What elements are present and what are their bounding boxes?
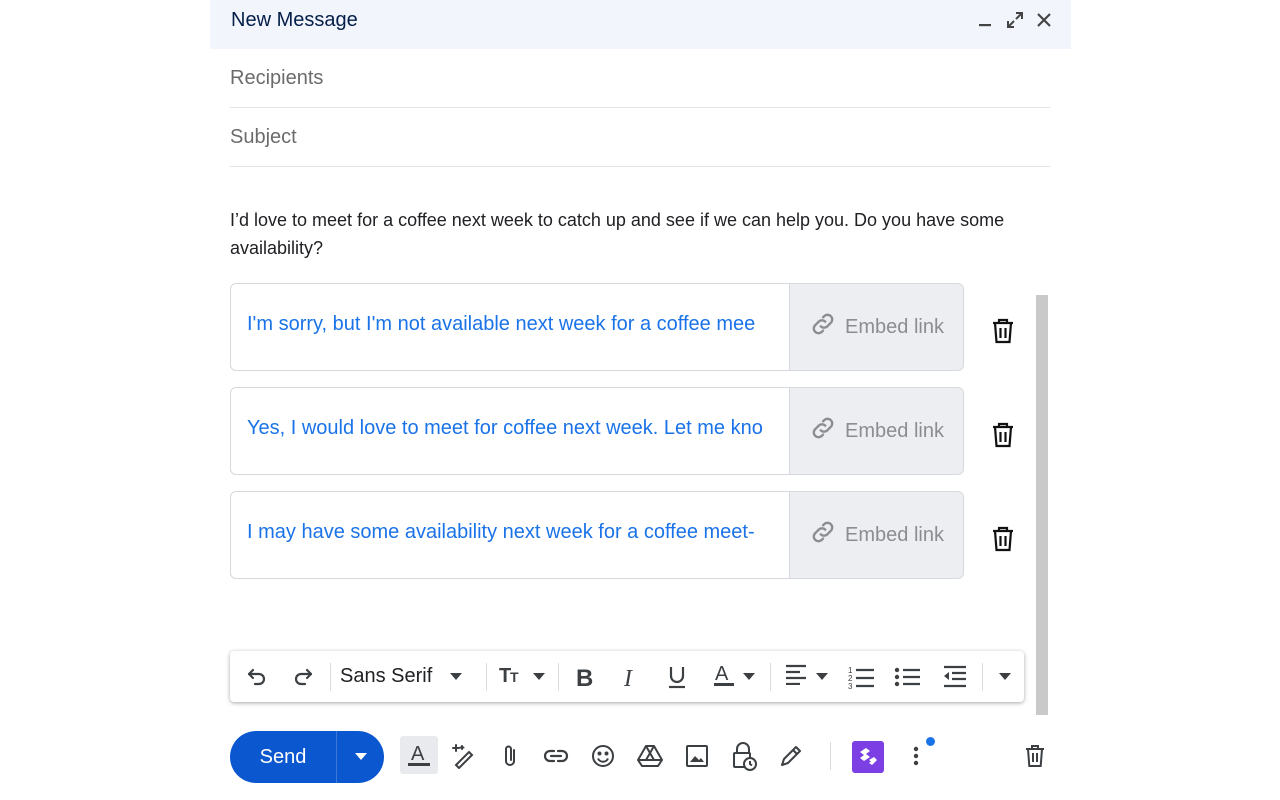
embed-link-label: Embed link — [845, 419, 944, 442]
expand-icon[interactable] — [1005, 10, 1025, 30]
formatting-toolbar: Sans Serif TT B I A 1 2 3 — [230, 651, 1024, 702]
window-title: New Message — [231, 9, 358, 31]
delete-suggestion-icon[interactable] — [990, 316, 1016, 346]
compose-header: New Message — [210, 0, 1071, 49]
bulleted-list-icon[interactable] — [892, 651, 922, 702]
recipients-field[interactable]: Recipients — [230, 49, 1050, 108]
align-icon — [784, 663, 808, 690]
drive-icon[interactable] — [634, 740, 666, 772]
link-icon — [809, 518, 837, 552]
link-icon — [809, 414, 837, 448]
embed-link-button[interactable]: Embed link — [789, 388, 963, 474]
underline-icon[interactable] — [662, 651, 692, 702]
text-color-icon: A — [713, 661, 735, 692]
chevron-down-icon — [816, 668, 828, 686]
minimize-icon[interactable] — [975, 10, 995, 30]
chevron-down-icon — [743, 668, 755, 686]
confidential-icon[interactable] — [728, 740, 760, 772]
compose-actions-bar: Send A — [210, 728, 1071, 800]
help-me-write-icon[interactable] — [448, 740, 480, 772]
link-icon[interactable] — [540, 740, 572, 772]
send-button[interactable]: Send — [230, 731, 336, 783]
font-family-label: Sans Serif — [340, 665, 433, 687]
notification-dot — [926, 737, 935, 746]
svg-text:T: T — [510, 669, 519, 685]
align-button[interactable] — [780, 651, 832, 702]
delete-suggestion-icon[interactable] — [990, 524, 1016, 554]
extension-icon[interactable] — [852, 741, 884, 773]
chevron-down-icon — [450, 668, 463, 686]
recipients-placeholder: Recipients — [230, 67, 324, 89]
suggestion-text[interactable]: Yes, I would love to meet for coffee nex… — [247, 417, 775, 440]
close-icon[interactable] — [1034, 10, 1054, 30]
suggestion-card: I may have some availability next week f… — [230, 491, 964, 579]
suggestion-card: Yes, I would love to meet for coffee nex… — [230, 387, 964, 475]
suggestion-text[interactable]: I'm sorry, but I'm not available next we… — [247, 313, 775, 336]
send-button-group: Send — [230, 731, 384, 783]
embed-link-label: Embed link — [845, 315, 944, 338]
formatting-options-icon[interactable]: A — [400, 736, 438, 774]
chevron-down-icon — [533, 668, 545, 686]
text-size-icon: TT — [499, 662, 527, 691]
emoji-icon[interactable] — [587, 740, 619, 772]
scrollbar[interactable] — [1036, 295, 1048, 715]
bold-icon[interactable]: B — [570, 651, 600, 702]
suggestion-text[interactable]: I may have some availability next week f… — [247, 521, 775, 544]
embed-link-button[interactable]: Embed link — [789, 284, 963, 370]
subject-field[interactable]: Subject — [230, 108, 1050, 167]
photo-icon[interactable] — [681, 740, 713, 772]
text-color-button[interactable]: A — [708, 651, 760, 702]
more-formatting-icon[interactable] — [990, 651, 1020, 702]
link-icon — [809, 310, 837, 344]
attach-icon[interactable] — [494, 740, 526, 772]
svg-text:A: A — [411, 743, 425, 765]
subject-placeholder: Subject — [230, 126, 297, 148]
signature-icon[interactable] — [775, 740, 807, 772]
font-family-select[interactable]: Sans Serif — [340, 651, 480, 702]
message-body[interactable]: I’d love to meet for a coffee next week … — [230, 206, 1030, 262]
schedule-send-dropdown[interactable] — [337, 731, 384, 783]
discard-icon[interactable] — [1019, 740, 1051, 772]
svg-text:A: A — [715, 663, 729, 685]
delete-suggestion-icon[interactable] — [990, 420, 1016, 450]
italic-icon[interactable]: I — [616, 651, 646, 702]
embed-link-label: Embed link — [845, 523, 944, 546]
svg-text:B: B — [576, 665, 593, 689]
suggestion-card: I'm sorry, but I'm not available next we… — [230, 283, 964, 371]
indent-less-icon[interactable] — [938, 651, 972, 702]
text-size-button[interactable]: TT — [496, 651, 548, 702]
numbered-list-icon[interactable]: 1 2 3 — [846, 651, 876, 702]
svg-text:3: 3 — [848, 682, 853, 689]
redo-icon[interactable] — [288, 651, 318, 702]
chevron-down-icon — [354, 748, 367, 766]
undo-icon[interactable] — [242, 651, 272, 702]
compose-window: New Message Recipients Subject I’d love … — [210, 0, 1071, 800]
embed-link-button[interactable]: Embed link — [789, 492, 963, 578]
svg-text:I: I — [623, 666, 633, 689]
